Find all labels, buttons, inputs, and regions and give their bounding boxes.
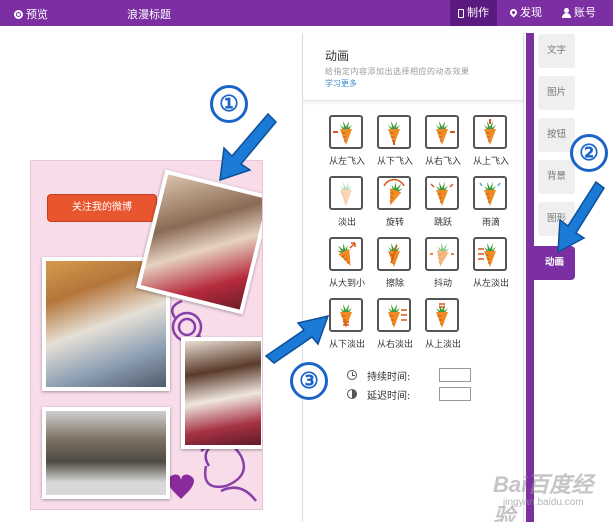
baidu-watermark: Bai百度经验 jingyan.baidu.com [493, 467, 611, 522]
animation-option[interactable]: 从右飞入 [421, 115, 465, 175]
carrot-icon [377, 115, 411, 149]
animation-option[interactable]: 雨滴 [469, 176, 513, 236]
preview-button[interactable]: 预览 [14, 6, 48, 22]
animation-option[interactable]: 从下飞入 [373, 115, 417, 175]
account-tab[interactable]: 账号 [554, 0, 604, 26]
carrot-icon [473, 237, 507, 271]
duration-label: 持续时间: [367, 371, 411, 383]
photo-forest[interactable] [42, 407, 170, 499]
animation-option[interactable]: 旋转 [373, 176, 417, 236]
animation-option[interactable]: 从右淡出 [373, 298, 417, 358]
animation-option[interactable]: 从上淡出 [421, 298, 465, 358]
carrot-icon [329, 298, 363, 332]
arrow-3-icon [264, 314, 330, 364]
animation-option[interactable]: 从左飞入 [325, 115, 369, 175]
carrot-icon [473, 176, 507, 210]
carrot-icon [425, 298, 459, 332]
make-label: 制作 [467, 6, 489, 19]
animation-option[interactable]: 抖动 [421, 237, 465, 297]
animation-option[interactable]: 跳跃 [421, 176, 465, 236]
carrot-icon [329, 237, 363, 271]
carrot-icon [377, 176, 411, 210]
panel-edge [526, 33, 534, 522]
tab-button[interactable]: 按钮 [538, 118, 575, 152]
make-tab[interactable]: 制作 [450, 0, 497, 26]
carrot-icon [377, 298, 411, 332]
animation-option-label: 雨滴 [481, 218, 500, 228]
animation-option[interactable]: 从左淡出 [469, 237, 513, 297]
preview-label: 预览 [26, 8, 48, 21]
page-preview-card[interactable]: 关注我的微博 [30, 160, 263, 510]
account-label: 账号 [574, 6, 596, 19]
animation-option-label: 从上飞入 [472, 157, 509, 167]
carrot-icon [425, 115, 459, 149]
clock-icon [347, 370, 357, 380]
carrot-icon [473, 115, 507, 149]
badge-3: ③ [290, 362, 328, 400]
delay-icon [347, 389, 357, 399]
top-bar: 预览 浪漫标题 制作 发现 账号 [0, 0, 613, 26]
discover-label: 发现 [520, 6, 542, 19]
animation-option-label: 从左淡出 [472, 279, 509, 289]
badge-1: ① [210, 85, 248, 123]
page-title[interactable]: 浪漫标题 [127, 6, 171, 22]
panel-header: 动画 给指定内容添加出选择相应的动态效果 学习更多 [303, 33, 523, 101]
carrot-icon [425, 176, 459, 210]
tab-text[interactable]: 文字 [538, 34, 575, 68]
watermark-brand: Bai百度经验 [493, 472, 594, 522]
heart-shape [168, 474, 194, 499]
carrot-icon [329, 115, 363, 149]
animation-panel: 动画 给指定内容添加出选择相应的动态效果 学习更多 从左飞入 从下飞入 从右飞入 从上… [302, 33, 524, 522]
duration-input[interactable] [439, 368, 471, 382]
watermark-url: jingyan.baidu.com [503, 497, 584, 508]
user-icon [562, 8, 571, 18]
arrow-2-icon [557, 180, 605, 254]
preview-icon [14, 9, 23, 19]
carrot-icon [425, 237, 459, 271]
animation-option-label: 从上淡出 [424, 340, 461, 350]
delay-label: 延迟时间: [367, 390, 411, 402]
panel-title: 动画 [325, 49, 350, 63]
delay-input[interactable] [439, 387, 471, 401]
carrot-icon [329, 176, 363, 210]
panel-description: 给指定内容添加出选择相应的动态效果 [325, 67, 470, 76]
follow-weibo-button[interactable]: 关注我的微博 [47, 194, 157, 222]
location-icon [508, 7, 519, 17]
phone-icon [458, 8, 464, 18]
carrot-icon [377, 237, 411, 271]
tab-image[interactable]: 图片 [538, 76, 575, 110]
animation-option[interactable]: 淡出 [325, 176, 369, 236]
badge-2: ② [570, 134, 608, 172]
duration-row: 持续时间: [347, 367, 471, 383]
discover-tab[interactable]: 发现 [502, 0, 550, 26]
animation-option[interactable]: 从上飞入 [469, 115, 513, 175]
photo-scarf[interactable] [181, 337, 262, 449]
learn-more-link[interactable]: 学习更多 [325, 78, 357, 89]
animation-option[interactable]: 从大到小 [325, 237, 369, 297]
delay-row: 延迟时间: [347, 386, 471, 402]
animation-option[interactable]: 擦除 [373, 237, 417, 297]
